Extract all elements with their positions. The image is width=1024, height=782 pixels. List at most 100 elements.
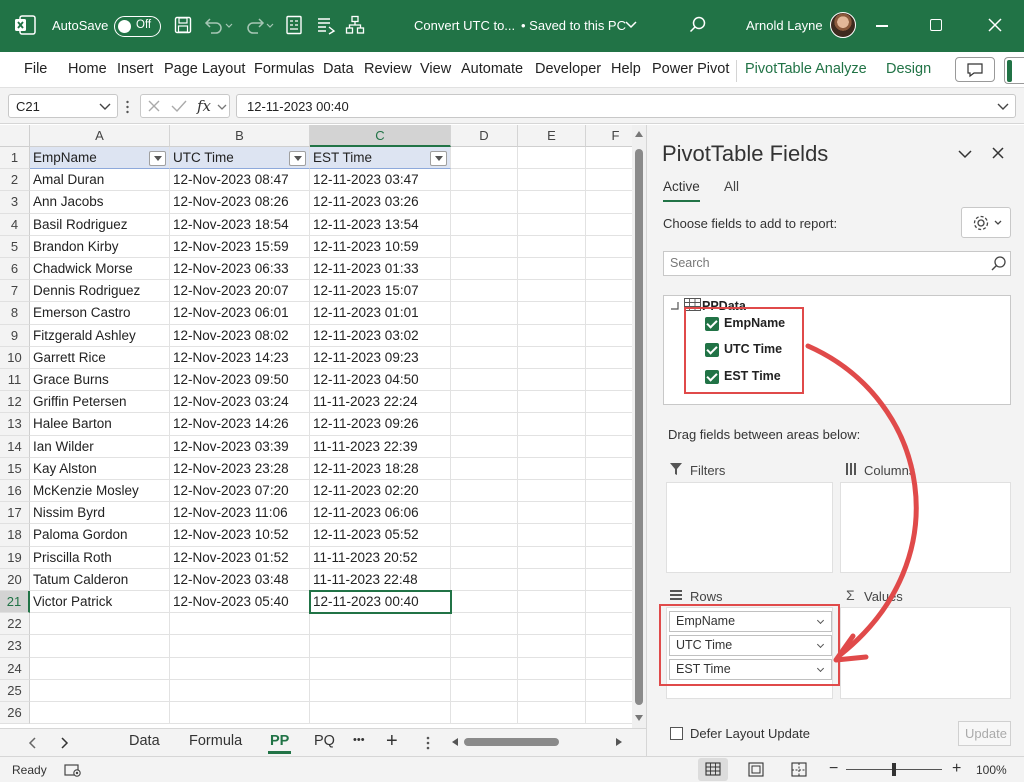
row-header[interactable]: 10 bbox=[0, 346, 30, 369]
close-pane-icon[interactable] bbox=[992, 147, 1004, 159]
chevron-down-icon[interactable] bbox=[958, 149, 972, 159]
column-header-a[interactable]: A bbox=[30, 125, 170, 147]
empty-cell[interactable] bbox=[518, 457, 586, 480]
table-cell[interactable]: Priscilla Roth bbox=[30, 546, 170, 569]
tab-options-icon[interactable] bbox=[426, 736, 430, 750]
filter-dropdown-button[interactable] bbox=[149, 151, 166, 166]
enter-icon[interactable] bbox=[171, 99, 187, 113]
sheet-tab-pq[interactable]: PQ bbox=[314, 733, 335, 749]
empty-cell[interactable] bbox=[310, 635, 451, 658]
empty-cell[interactable] bbox=[451, 546, 518, 569]
worksheet-grid[interactable]: A B C D E F 1 EmpName UTC Time EST Time 2 Ama… bbox=[0, 125, 632, 728]
minimize-icon[interactable] bbox=[876, 25, 888, 27]
table-cell[interactable]: 11-11-2023 20:52 bbox=[310, 546, 451, 569]
menu-automate[interactable]: Automate bbox=[461, 61, 523, 77]
menu-developer[interactable]: Developer bbox=[535, 61, 601, 77]
table-cell[interactable]: 12-11-2023 10:59 bbox=[310, 235, 451, 258]
menu-data[interactable]: Data bbox=[323, 61, 354, 77]
empty-cell[interactable] bbox=[451, 191, 518, 214]
row-header[interactable]: 26 bbox=[0, 702, 30, 725]
empty-cell[interactable] bbox=[451, 147, 518, 170]
empty-cell[interactable] bbox=[170, 613, 310, 636]
zoom-level[interactable]: 100% bbox=[976, 763, 1007, 777]
update-button[interactable]: Update bbox=[958, 721, 1011, 746]
table-cell[interactable]: Kay Alston bbox=[30, 457, 170, 480]
table-cell[interactable]: 12-Nov-2023 15:59 bbox=[170, 235, 310, 258]
search-icon[interactable] bbox=[990, 256, 1008, 272]
defer-layout-label[interactable]: Defer Layout Update bbox=[690, 726, 810, 741]
row-header[interactable]: 14 bbox=[0, 435, 30, 458]
empty-cell[interactable] bbox=[518, 147, 586, 170]
close-icon[interactable] bbox=[988, 18, 1002, 32]
table-cell[interactable]: 12-11-2023 13:54 bbox=[310, 213, 451, 236]
empty-cell[interactable] bbox=[451, 280, 518, 303]
column-header-e[interactable]: E bbox=[518, 125, 586, 147]
column-header-f[interactable]: F bbox=[586, 125, 632, 147]
empty-cell[interactable] bbox=[518, 502, 586, 525]
empty-cell[interactable] bbox=[586, 502, 632, 525]
menu-formulas[interactable]: Formulas bbox=[254, 61, 314, 77]
table-cell[interactable]: Amal Duran bbox=[30, 169, 170, 192]
scroll-up-icon[interactable] bbox=[635, 131, 643, 137]
scroll-right-icon[interactable] bbox=[616, 738, 622, 746]
empty-cell[interactable] bbox=[451, 369, 518, 392]
page-break-view-icon[interactable] bbox=[790, 762, 808, 777]
row-header[interactable]: 20 bbox=[0, 568, 30, 591]
empty-cell[interactable] bbox=[586, 347, 632, 369]
field-search-input[interactable]: Search bbox=[663, 251, 1011, 276]
empty-cell[interactable] bbox=[310, 679, 451, 702]
table-cell[interactable]: Ann Jacobs bbox=[30, 191, 170, 214]
empty-cell[interactable] bbox=[586, 236, 632, 258]
horizontal-scroll-thumb[interactable] bbox=[464, 738, 559, 746]
empty-cell[interactable] bbox=[518, 280, 586, 303]
table-cell[interactable]: 12-11-2023 15:07 bbox=[310, 280, 451, 303]
table-cell[interactable]: 12-Nov-2023 23:28 bbox=[170, 457, 310, 480]
table-cell[interactable]: Garrett Rice bbox=[30, 346, 170, 369]
row-header[interactable]: 7 bbox=[0, 280, 30, 303]
empty-cell[interactable] bbox=[451, 480, 518, 503]
settings-button[interactable] bbox=[961, 207, 1011, 238]
horizontal-scrollbar[interactable] bbox=[450, 735, 630, 749]
search-icon[interactable] bbox=[689, 16, 707, 34]
table-cell[interactable]: 12-11-2023 01:33 bbox=[310, 258, 451, 281]
row-header[interactable]: 2 bbox=[0, 169, 30, 192]
empty-cell[interactable] bbox=[518, 480, 586, 503]
empty-cell[interactable] bbox=[586, 613, 632, 636]
table-cell[interactable]: 12-11-2023 18:28 bbox=[310, 457, 451, 480]
page-layout-view-icon[interactable] bbox=[747, 762, 765, 777]
column-header-b[interactable]: B bbox=[170, 125, 310, 147]
empty-cell[interactable] bbox=[586, 325, 632, 347]
document-title[interactable]: Convert UTC to... bbox=[414, 18, 515, 33]
empty-cell[interactable] bbox=[451, 679, 518, 702]
sheet-tab-data[interactable]: Data bbox=[129, 733, 160, 749]
comments-button[interactable] bbox=[955, 57, 995, 82]
row-header[interactable]: 16 bbox=[0, 480, 30, 503]
empty-cell[interactable] bbox=[518, 346, 586, 369]
row-header[interactable]: 23 bbox=[0, 635, 30, 658]
row-header[interactable]: 3 bbox=[0, 191, 30, 214]
table-cell[interactable]: Grace Burns bbox=[30, 369, 170, 392]
table-cell[interactable]: Dennis Rodriguez bbox=[30, 280, 170, 303]
empty-cell[interactable] bbox=[586, 413, 632, 436]
more-options-icon[interactable] bbox=[126, 100, 129, 114]
chevron-down-icon[interactable] bbox=[99, 103, 111, 111]
empty-cell[interactable] bbox=[586, 547, 632, 569]
empty-cell[interactable] bbox=[451, 346, 518, 369]
table-cell[interactable]: 12-11-2023 03:47 bbox=[310, 169, 451, 192]
column-header-d[interactable]: D bbox=[451, 125, 518, 147]
empty-cell[interactable] bbox=[586, 302, 632, 325]
empty-cell[interactable] bbox=[170, 702, 310, 725]
row-header[interactable]: 8 bbox=[0, 302, 30, 325]
save-icon[interactable] bbox=[174, 16, 192, 34]
row-header[interactable]: 15 bbox=[0, 457, 30, 480]
empty-cell[interactable] bbox=[586, 280, 632, 303]
empty-cell[interactable] bbox=[170, 635, 310, 658]
save-status[interactable]: • Saved to this PC bbox=[521, 18, 626, 33]
empty-cell[interactable] bbox=[586, 214, 632, 236]
table-cell[interactable]: 12-Nov-2023 08:26 bbox=[170, 191, 310, 214]
empty-cell[interactable] bbox=[518, 258, 586, 281]
table-cell[interactable]: Halee Barton bbox=[30, 413, 170, 436]
table-cell[interactable]: 12-11-2023 09:26 bbox=[310, 413, 451, 436]
empty-cell[interactable] bbox=[451, 235, 518, 258]
vertical-scrollbar[interactable] bbox=[632, 125, 646, 728]
